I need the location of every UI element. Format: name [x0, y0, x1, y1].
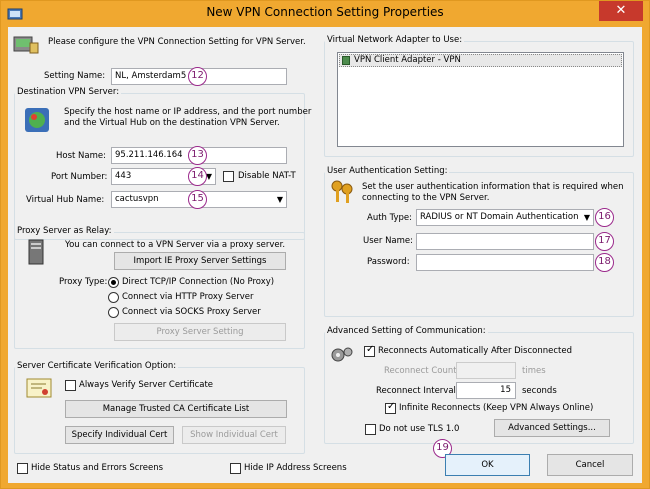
annotation-badge-16: 16	[595, 208, 614, 227]
proxy-desc: You can connect to a VPN Server via a pr…	[65, 240, 286, 250]
certificate-icon	[26, 378, 52, 398]
server-globe-icon	[25, 108, 49, 132]
hide-ip-label: Hide IP Address Screens	[244, 463, 347, 473]
adapter-list[interactable]: VPN Client Adapter - VPN	[337, 52, 624, 147]
password-label: Password:	[367, 257, 410, 267]
annotation-badge-12: 12	[188, 67, 207, 86]
show-individual-cert-button[interactable]: Show Individual Cert	[182, 426, 286, 444]
hide-ip-checkbox[interactable]	[230, 463, 241, 474]
keys-icon	[331, 180, 353, 203]
auth-desc-line1: Set the user authentication information …	[362, 182, 624, 192]
annotation-badge-15: 15	[188, 190, 207, 209]
dialog-client-area: Please configure the VPN Connection Sett…	[8, 27, 642, 483]
proxy-socks-radio[interactable]	[108, 307, 119, 318]
host-name-label: Host Name:	[56, 151, 106, 161]
auth-legend: User Authentication Setting:	[325, 166, 450, 176]
reconnect-interval-label: Reconnect Interval:	[376, 386, 459, 396]
advanced-legend: Advanced Setting of Communication:	[325, 326, 488, 336]
list-item[interactable]: VPN Client Adapter - VPN	[339, 54, 622, 67]
auth-type-select[interactable]: RADIUS or NT Domain Authentication ▼	[416, 209, 594, 226]
window-title: New VPN Connection Setting Properties	[206, 5, 444, 19]
proxy-legend: Proxy Server as Relay:	[15, 226, 114, 236]
proxy-server-setting-button[interactable]: Proxy Server Setting	[114, 323, 286, 341]
virtual-hub-label: Virtual Hub Name:	[26, 195, 105, 205]
intro-text: Please configure the VPN Connection Sett…	[48, 37, 306, 47]
proxy-http-label: Connect via HTTP Proxy Server	[122, 292, 254, 302]
auth-type-label: Auth Type:	[367, 213, 413, 223]
password-input[interactable]	[416, 254, 594, 271]
cancel-button[interactable]: Cancel	[547, 454, 633, 476]
port-number-label: Port Number:	[51, 172, 108, 182]
reconnect-interval-input[interactable]: 15	[456, 382, 516, 399]
hide-status-checkbox[interactable]	[17, 463, 28, 474]
destination-desc-line1: Specify the host name or IP address, and…	[64, 107, 312, 117]
user-name-label: User Name:	[363, 236, 414, 246]
user-name-input[interactable]	[416, 233, 594, 250]
disable-natt-checkbox[interactable]	[223, 171, 234, 182]
chevron-down-icon: ▼	[276, 195, 283, 204]
annotation-badge-14: 14	[188, 167, 207, 186]
ok-button[interactable]: OK	[445, 454, 530, 476]
annotation-badge-13: 13	[188, 146, 207, 165]
reconnect-count-unit: times	[522, 366, 546, 376]
dialog-window: New VPN Connection Setting Properties ✕ …	[0, 0, 650, 489]
proxy-direct-radio[interactable]	[108, 277, 119, 288]
no-tls-checkbox[interactable]	[365, 424, 376, 435]
reconnect-count-input[interactable]	[456, 362, 516, 379]
disable-natt-label: Disable NAT-T	[238, 171, 296, 181]
network-adapter-icon	[342, 56, 350, 65]
port-number-value: 443	[115, 171, 132, 181]
always-verify-checkbox[interactable]	[65, 380, 76, 391]
title-bar[interactable]: New VPN Connection Setting Properties ✕	[1, 1, 649, 27]
proxy-direct-label: Direct TCP/IP Connection (No Proxy)	[122, 277, 275, 287]
annotation-badge-18: 18	[595, 253, 614, 272]
adapter-legend: Virtual Network Adapter to Use:	[325, 35, 465, 45]
proxy-socks-label: Connect via SOCKS Proxy Server	[122, 307, 261, 317]
no-tls-label: Do not use TLS 1.0	[379, 424, 460, 434]
proxy-http-radio[interactable]	[108, 292, 119, 303]
infinite-reconnect-label: Infinite Reconnects (Keep VPN Always Onl…	[399, 403, 594, 413]
cert-legend: Server Certificate Verification Option:	[15, 361, 179, 371]
always-verify-label: Always Verify Server Certificate	[79, 380, 214, 390]
virtual-hub-value: cactusvpn	[115, 194, 159, 204]
manage-ca-list-button[interactable]: Manage Trusted CA Certificate List	[65, 400, 287, 418]
advanced-settings-button[interactable]: Advanced Settings...	[494, 419, 610, 437]
close-button[interactable]: ✕	[599, 1, 643, 21]
vpn-settings-icon	[13, 36, 39, 54]
reconnect-auto-label: Reconnects Automatically After Disconnec…	[378, 346, 572, 356]
annotation-badge-17: 17	[595, 232, 614, 251]
gears-icon	[331, 347, 353, 362]
adapter-item-label: VPN Client Adapter - VPN	[354, 55, 461, 65]
reconnect-auto-checkbox[interactable]	[364, 344, 375, 357]
reconnect-count-label: Reconnect Count:	[384, 366, 460, 376]
setting-name-label: Setting Name:	[44, 71, 106, 81]
hide-status-label: Hide Status and Errors Screens	[31, 463, 164, 473]
destination-legend: Destination VPN Server:	[15, 87, 122, 97]
specify-individual-cert-button[interactable]: Specify Individual Cert	[65, 426, 174, 444]
import-ie-proxy-button[interactable]: Import IE Proxy Server Settings	[114, 252, 286, 270]
chevron-down-icon: ▼	[583, 213, 590, 222]
infinite-reconnect-checkbox[interactable]	[385, 401, 396, 414]
proxy-type-label: Proxy Type:	[59, 277, 108, 287]
auth-type-value: RADIUS or NT Domain Authentication	[420, 212, 579, 222]
auth-desc-line2: connecting to the VPN Server.	[362, 193, 490, 203]
destination-desc-line2: and the Virtual Hub on the destination V…	[64, 118, 280, 128]
reconnect-interval-unit: seconds	[522, 386, 557, 396]
proxy-server-icon	[28, 239, 44, 265]
